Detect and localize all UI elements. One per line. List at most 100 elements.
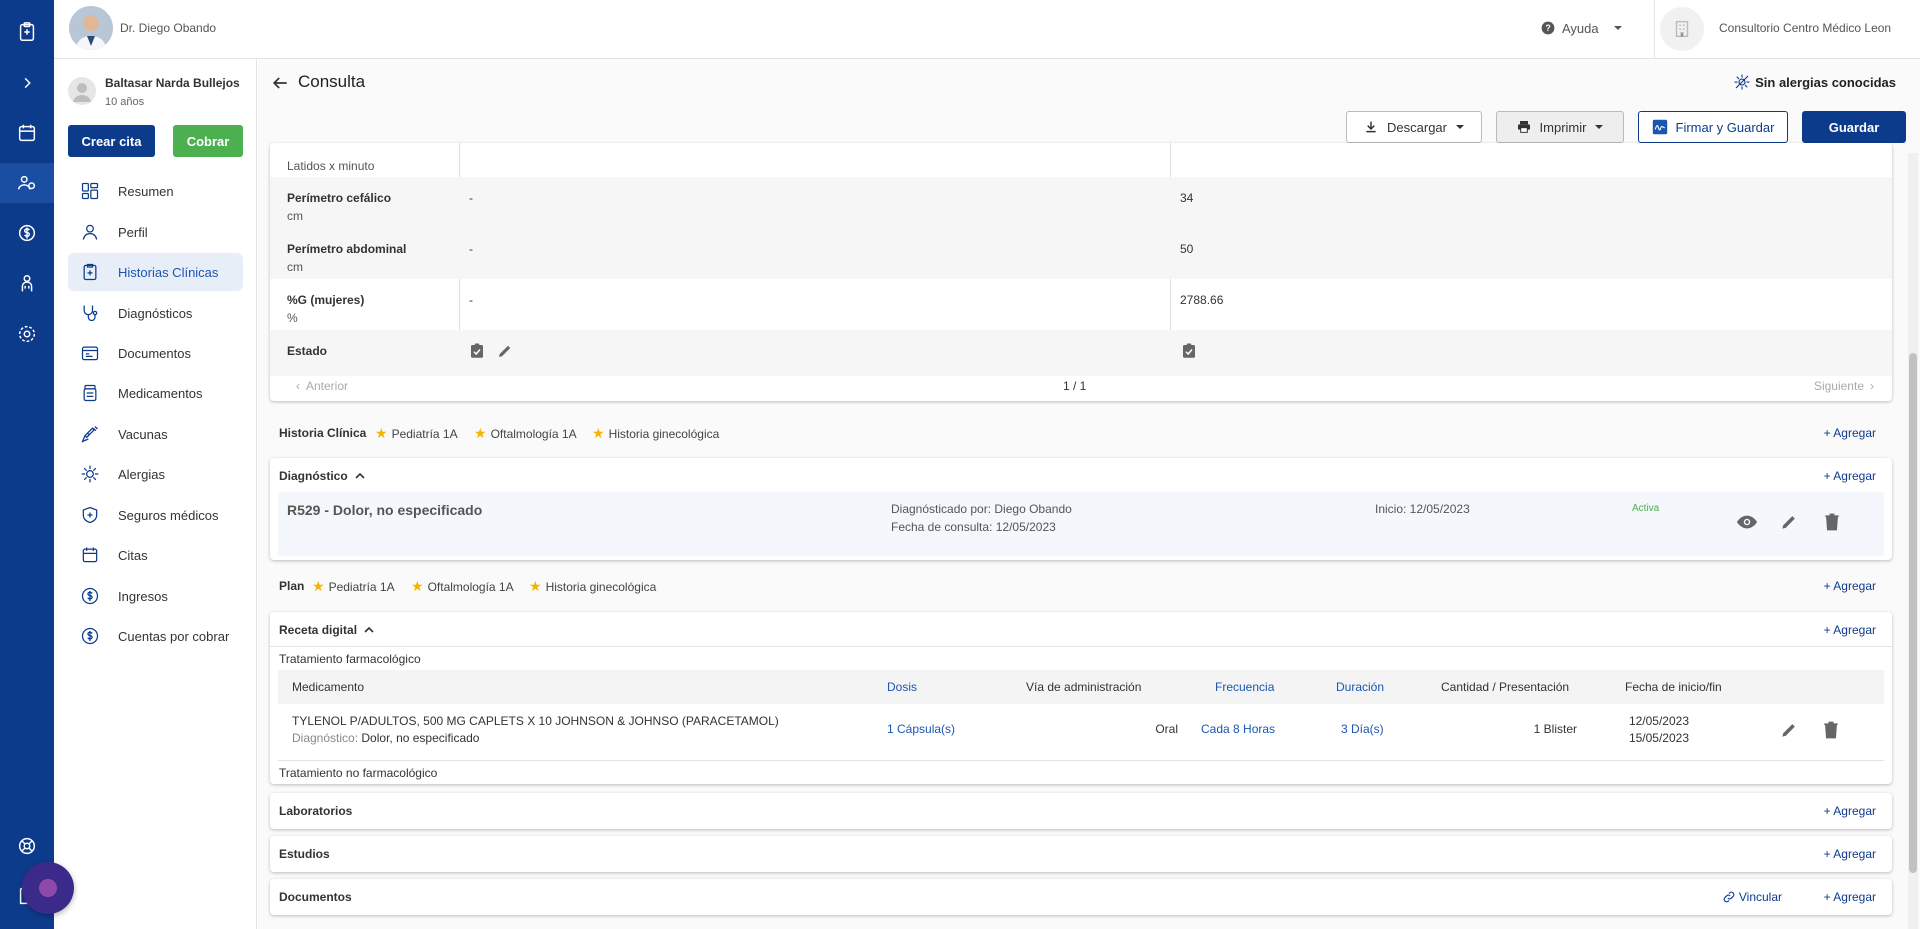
star-icon: ★: [592, 425, 605, 441]
sidebar-item-cuentas-por-cobrar[interactable]: Cuentas por cobrar: [68, 617, 243, 655]
divider: [270, 646, 1892, 647]
prescription-table-header: Medicamento Dosis Vía de administración …: [278, 670, 1884, 704]
add-studies-link[interactable]: + Agregar: [1824, 847, 1876, 861]
nonpharma-treatment-title[interactable]: Tratamiento no farmacológico: [279, 766, 437, 780]
caret-down-icon: [1613, 26, 1622, 30]
sidebar-item-seguros-medicos[interactable]: Seguros médicos: [68, 496, 243, 534]
plan-tag[interactable]: ★ Oftalmología 1A: [411, 578, 514, 595]
delete-trash-icon[interactable]: [1821, 720, 1841, 740]
vital-unit: cm: [287, 260, 303, 274]
edit-pencil-icon[interactable]: [1779, 512, 1799, 532]
sign-and-save-button[interactable]: Firmar y Guardar: [1638, 111, 1788, 143]
scrollbar-thumb[interactable]: [1909, 353, 1917, 873]
delete-trash-icon[interactable]: [1822, 512, 1842, 532]
add-plan-link[interactable]: + Agregar: [1824, 579, 1876, 593]
vertical-scrollbar[interactable]: [1908, 153, 1918, 929]
support-lifebuoy-icon[interactable]: [0, 826, 54, 866]
consult-scroll-area[interactable]: Latidos x minuto Perímetro cefálico cm -…: [258, 143, 1920, 929]
star-icon: ★: [312, 578, 325, 594]
add-prescription-link[interactable]: + Agregar: [1824, 623, 1876, 637]
sidebar-item-diagnosticos[interactable]: Diagnósticos: [68, 294, 243, 332]
frequency-value: Cada 8 Horas: [1201, 722, 1276, 736]
documents-section: Documentos Vincular + Agregar: [270, 879, 1892, 915]
vital-label: Perímetro abdominal: [287, 242, 407, 256]
clipboard-check-icon[interactable]: [468, 342, 486, 360]
expand-chevron-icon[interactable]: [0, 63, 54, 103]
column-header[interactable]: Dosis: [887, 680, 917, 694]
calendar-rail-icon[interactable]: [0, 113, 54, 153]
add-labs-link[interactable]: + Agregar: [1824, 804, 1876, 818]
vitals-row: Perímetro cefálico cm - 34: [270, 177, 1892, 228]
view-eye-icon[interactable]: [1736, 511, 1758, 533]
pagination-next[interactable]: Siguiente ›: [1814, 379, 1874, 393]
clinical-history-icon: [80, 262, 100, 282]
help-menu[interactable]: ? Ayuda: [1540, 20, 1623, 36]
save-button[interactable]: Guardar: [1802, 111, 1906, 143]
create-appointment-button[interactable]: Crear cita: [68, 125, 155, 157]
column-header[interactable]: Frecuencia: [1215, 680, 1274, 694]
page-title: Consulta: [298, 72, 366, 91]
pagination-prev[interactable]: ‹ Anterior: [296, 379, 348, 393]
star-icon: ★: [529, 578, 542, 594]
column-header[interactable]: Duración: [1336, 680, 1384, 694]
sidebar-item-label: Cuentas por cobrar: [118, 628, 230, 644]
patients-rail-icon[interactable]: [0, 163, 54, 203]
sidebar-item-ingresos[interactable]: Ingresos: [68, 577, 243, 615]
doctor-avatar[interactable]: [69, 6, 113, 50]
billing-rail-icon[interactable]: [0, 213, 54, 253]
diagnosis-card: Diagnóstico + Agregar R529 - Dolor, no e…: [270, 458, 1892, 560]
sidebar-item-resumen[interactable]: Resumen: [68, 172, 243, 210]
sidebar-item-label: Seguros médicos: [118, 507, 219, 523]
charge-button[interactable]: Cobrar: [173, 125, 243, 157]
prescription-card: Receta digital + Agregar Tratamiento far…: [270, 612, 1892, 784]
allergy-icon: [80, 464, 100, 484]
sidebar-item-alergias[interactable]: Alergias: [68, 455, 243, 493]
download-button[interactable]: Descargar: [1346, 111, 1482, 143]
chat-support-bubble[interactable]: [22, 862, 74, 914]
history-tag[interactable]: ★ Historia ginecológica: [592, 425, 719, 442]
allergy-status[interactable]: Sin alergias conocidas: [1733, 73, 1896, 91]
history-tag[interactable]: ★ Pediatría 1A: [375, 425, 458, 442]
pharma-treatment-title[interactable]: Tratamiento farmacológico: [279, 652, 421, 666]
add-diagnosis-link[interactable]: + Agregar: [1824, 469, 1876, 483]
caret-down-icon: [1455, 125, 1464, 129]
sidebar-item-medicamentos[interactable]: Medicamentos: [68, 374, 243, 412]
link-document-button[interactable]: Vincular: [1722, 890, 1782, 904]
doctor-rail-icon[interactable]: [0, 264, 54, 304]
add-documents-link[interactable]: + Agregar: [1824, 890, 1876, 904]
clinic-name[interactable]: Consultorio Centro Médico Leon: [1719, 21, 1891, 35]
sidebar-item-perfil[interactable]: Perfil: [68, 213, 243, 251]
edit-pencil-icon[interactable]: [496, 342, 514, 360]
sidebar-item-label: Alergias: [118, 466, 165, 482]
print-label: Imprimir: [1539, 119, 1587, 135]
plan-section: Plan ★ Pediatría 1A ★ Oftalmología 1A ★ His…: [270, 568, 1892, 604]
clipboard-check-icon[interactable]: [1180, 342, 1198, 360]
start-date-value: 12/05/2023: [1628, 714, 1689, 728]
history-tag[interactable]: ★ Oftalmología 1A: [474, 425, 577, 442]
sidebar-item-vacunas[interactable]: Vacunas: [68, 415, 243, 453]
link-icon: [1723, 891, 1735, 903]
status-badge: Activa: [1632, 503, 1660, 514]
sidebar-item-historias-clinicas[interactable]: Historias Clínicas: [68, 253, 243, 291]
plan-tag[interactable]: ★ Pediatría 1A: [312, 578, 395, 595]
sidebar-item-documentos[interactable]: Documentos: [68, 334, 243, 372]
doctor-name[interactable]: Dr. Diego Obando: [120, 21, 216, 35]
settings-gear-icon[interactable]: [0, 314, 54, 354]
add-history-link[interactable]: + Agregar: [1824, 426, 1876, 440]
quantity-value: 1 Blister: [1533, 722, 1577, 736]
clinic-logo[interactable]: [1660, 7, 1704, 51]
edit-pencil-icon[interactable]: [1779, 720, 1799, 740]
sidebar-item-citas[interactable]: Citas: [68, 536, 243, 574]
back-arrow-icon[interactable]: [270, 73, 290, 96]
print-button[interactable]: Imprimir: [1496, 111, 1624, 143]
tag-label: Pediatría 1A: [328, 579, 395, 594]
clipboard-icon[interactable]: [0, 12, 54, 52]
plan-tag[interactable]: ★ Historia ginecológica: [529, 578, 656, 595]
table-row: TYLENOL P/ADULTOS, 500 MG CAPLETS X 10 J…: [278, 704, 1884, 758]
prev-label: Anterior: [306, 379, 349, 393]
tag-label: Historia ginecológica: [608, 426, 720, 441]
vital-label: Estado: [287, 344, 328, 358]
prescription-header[interactable]: Receta digital: [279, 623, 375, 637]
diagnosis-header[interactable]: Diagnóstico: [279, 469, 366, 483]
patient-avatar: [68, 77, 96, 105]
